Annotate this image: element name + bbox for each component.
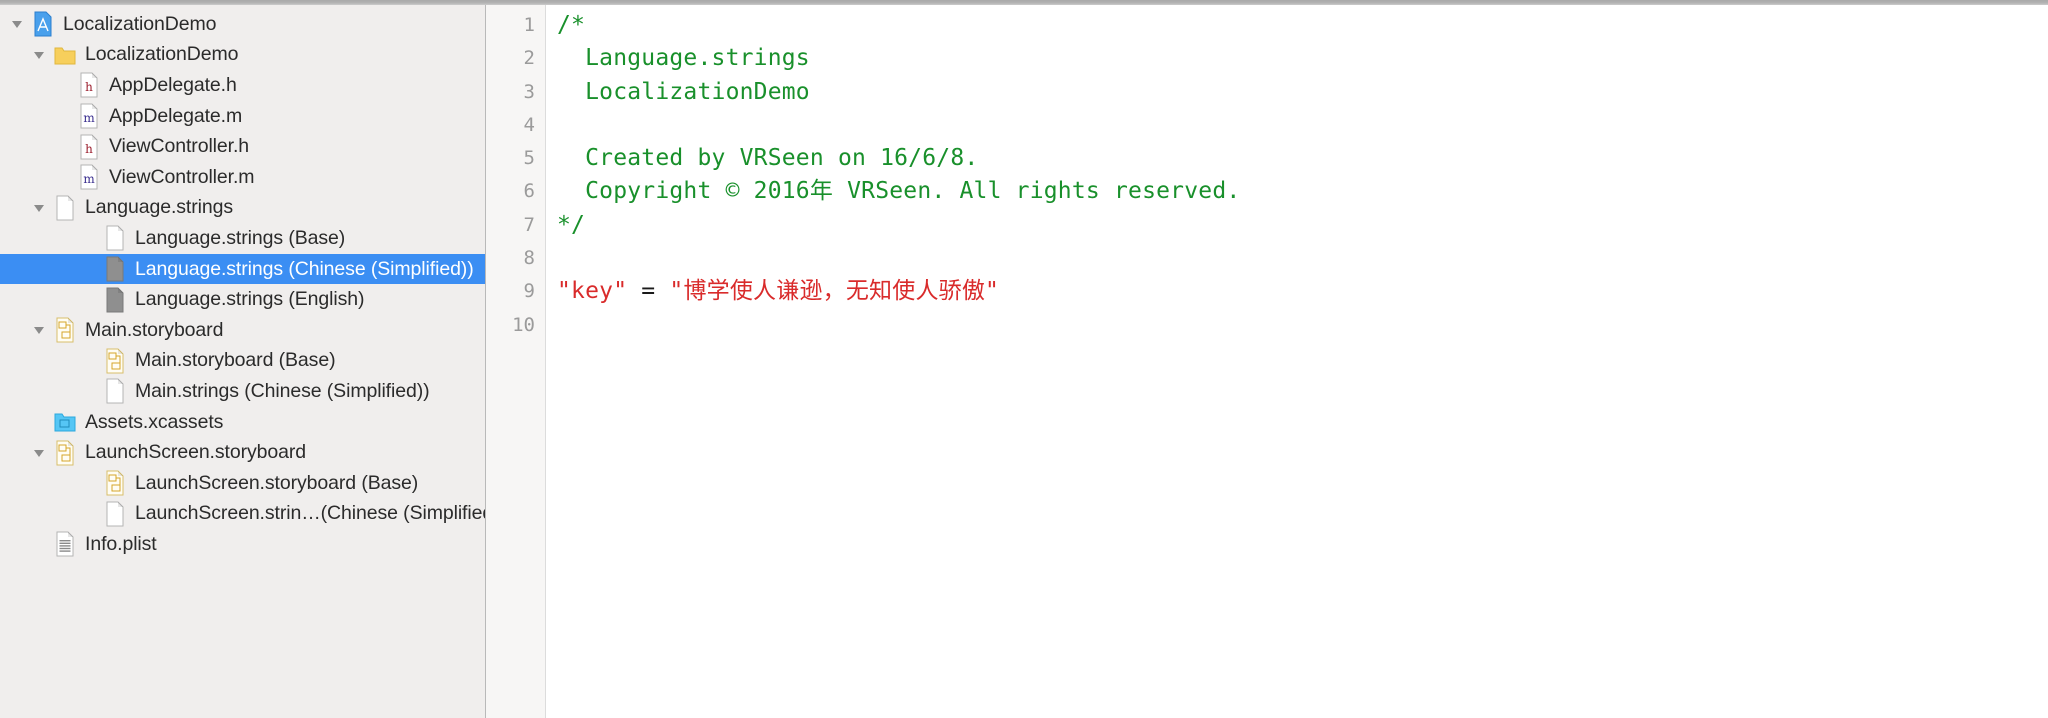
implementation-file-icon: m	[76, 103, 102, 129]
navigator-row-label: Main.storyboard	[85, 318, 224, 341]
navigator-row-label: AppDelegate.m	[109, 104, 243, 127]
code-line[interactable]	[557, 242, 2048, 275]
navigator-row[interactable]: Assets.xcassets	[0, 407, 485, 438]
line-number: 2	[523, 47, 535, 70]
navigator-row-label: ViewController.h	[109, 135, 250, 158]
navigator-row-label: LocalizationDemo	[63, 12, 217, 35]
navigator-row[interactable]: LaunchScreen.storyboard	[0, 437, 485, 468]
navigator-row[interactable]: Main.storyboard (Base)	[0, 346, 485, 377]
code-line[interactable]: Copyright © 2016年 VRSeen. All rights res…	[557, 175, 2048, 208]
code-token-string: "key"	[557, 278, 628, 305]
code-token-comment: LocalizationDemo	[557, 78, 810, 105]
navigator-row[interactable]: Language.strings	[0, 193, 485, 224]
navigator-row-label: Assets.xcassets	[85, 410, 224, 433]
navigator-row-label: LocalizationDemo	[85, 43, 239, 66]
header-file-icon: h	[76, 134, 102, 160]
navigator-row[interactable]: h ViewController.h	[0, 131, 485, 162]
navigator-row-label: LaunchScreen.storyboard (Base)	[135, 471, 419, 494]
xcode-project-icon	[30, 11, 56, 37]
line-number: 1	[523, 14, 535, 36]
code-token-comment: Copyright © 2016年 VRSeen. All rights res…	[557, 178, 1241, 205]
line-number-gutter: 1 2 3 4 5 6 7 8 9 10	[486, 5, 546, 718]
navigator-row[interactable]: m ViewController.m	[0, 162, 485, 193]
navigator-row-label: LaunchScreen.strin…(Chinese (Simplified)…	[135, 502, 485, 525]
storyboard-icon	[52, 317, 78, 343]
blank-file-icon	[102, 225, 128, 251]
xcode-window: LocalizationDemo LocalizationDemo h AppDele…	[0, 0, 2048, 718]
navigator-row[interactable]: LocalizationDemo	[0, 40, 485, 71]
svg-text:h: h	[85, 80, 93, 94]
plist-file-icon	[52, 531, 78, 557]
navigator-row[interactable]: m AppDelegate.m	[0, 101, 485, 132]
storyboard-icon	[102, 348, 128, 374]
svg-text:m: m	[83, 172, 95, 186]
code-token-comment: Created by VRSeen on 16/6/8.	[557, 145, 979, 172]
disclosure-triangle-icon[interactable]	[26, 201, 52, 215]
line-number: 8	[523, 247, 535, 270]
navigator-row-label: Language.strings	[85, 196, 234, 219]
navigator-row-label: Language.strings (Base)	[135, 226, 346, 249]
code-text-area[interactable]: /* Language.strings LocalizationDemo Cre…	[546, 5, 2048, 718]
navigator-row-label: Main.strings (Chinese (Simplified))	[135, 379, 430, 402]
navigator-row-selected[interactable]: Language.strings (Chinese (Simplified))	[0, 253, 485, 285]
navigator-row-label: LaunchScreen.storyboard	[85, 441, 307, 464]
code-line[interactable]	[557, 109, 2048, 142]
disclosure-triangle-icon[interactable]	[26, 323, 52, 337]
project-navigator[interactable]: LocalizationDemo LocalizationDemo h AppDele…	[0, 5, 486, 718]
line-number: 3	[523, 80, 535, 103]
code-line[interactable]: */	[557, 209, 2048, 242]
code-token-plain: =	[627, 278, 670, 305]
svg-text:h: h	[85, 142, 93, 156]
strings-file-icon	[102, 256, 128, 282]
folder-icon	[52, 42, 78, 68]
navigator-row-label: Info.plist	[85, 532, 157, 555]
window-body: LocalizationDemo LocalizationDemo h AppDele…	[0, 5, 2048, 718]
navigator-row-label: Language.strings (English)	[135, 288, 365, 311]
storyboard-icon	[52, 440, 78, 466]
code-line[interactable]: "key" = "博学使人谦逊，无知使人骄傲"	[557, 275, 2048, 308]
storyboard-icon	[102, 470, 128, 496]
blank-file-icon	[102, 501, 128, 527]
code-token-comment: */	[557, 211, 586, 238]
code-token-string: "博学使人谦逊，无知使人骄傲"	[669, 278, 1000, 305]
navigator-row-label: Main.storyboard (Base)	[135, 349, 336, 372]
navigator-row[interactable]: LaunchScreen.strin…(Chinese (Simplified)…	[0, 499, 485, 530]
navigator-row[interactable]: h AppDelegate.h	[0, 70, 485, 101]
navigator-row-label: Language.strings (Chinese (Simplified))	[135, 257, 474, 280]
line-number: 10	[512, 313, 535, 336]
navigator-row[interactable]: Main.strings (Chinese (Simplified))	[0, 376, 485, 407]
strings-file-icon	[102, 287, 128, 313]
line-number: 7	[523, 213, 535, 236]
source-editor[interactable]: 1 2 3 4 5 6 7 8 9 10 /* Language.strings Localiza…	[486, 5, 2048, 718]
code-line[interactable]: /*	[557, 9, 2048, 42]
disclosure-triangle-icon[interactable]	[26, 48, 52, 62]
line-number: 6	[523, 180, 535, 203]
svg-text:m: m	[83, 111, 95, 125]
navigator-row[interactable]: LocalizationDemo	[0, 9, 485, 40]
navigator-row[interactable]: Language.strings (Base)	[0, 223, 485, 254]
navigator-row-label: AppDelegate.h	[109, 73, 237, 96]
code-line[interactable]: Created by VRSeen on 16/6/8.	[557, 142, 2048, 175]
code-line[interactable]: Language.strings	[557, 42, 2048, 75]
navigator-row-label: ViewController.m	[109, 165, 255, 188]
disclosure-triangle-icon[interactable]	[4, 17, 30, 31]
navigator-row[interactable]: LaunchScreen.storyboard (Base)	[0, 468, 485, 499]
navigator-row[interactable]: Language.strings (English)	[0, 284, 485, 315]
code-token-comment: Language.strings	[557, 45, 810, 72]
blank-file-icon	[102, 378, 128, 404]
header-file-icon: h	[76, 72, 102, 98]
navigator-row[interactable]: Main.storyboard	[0, 315, 485, 346]
code-line[interactable]: LocalizationDemo	[557, 76, 2048, 109]
code-line[interactable]	[557, 309, 2048, 342]
disclosure-triangle-icon[interactable]	[26, 446, 52, 460]
line-number: 5	[523, 147, 535, 170]
implementation-file-icon: m	[76, 164, 102, 190]
code-token-comment: /*	[557, 12, 586, 38]
line-number: 4	[523, 113, 535, 136]
assets-catalog-icon	[52, 409, 78, 435]
line-number: 9	[523, 280, 535, 303]
blank-file-icon	[52, 195, 78, 221]
navigator-row[interactable]: Info.plist	[0, 529, 485, 560]
